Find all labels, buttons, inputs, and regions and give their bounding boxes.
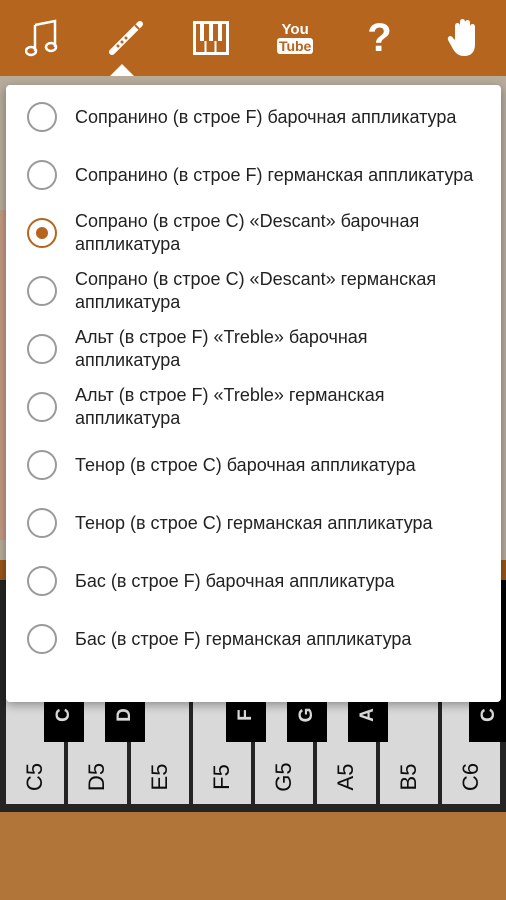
help-glyph: ? bbox=[367, 15, 392, 60]
radio-unchecked-icon[interactable] bbox=[27, 276, 57, 306]
instrument-option[interactable]: Сопранино (в строе F) германская апплика… bbox=[6, 146, 501, 204]
instrument-option[interactable]: Бас (в строе F) германская аппликатура bbox=[6, 610, 501, 668]
instrument-option-label: Альт (в строе F) «Treble» барочная аппли… bbox=[75, 327, 368, 370]
instrument-option-label: Сопранино (в строе F) германская апплика… bbox=[75, 164, 474, 185]
music-notes-icon[interactable] bbox=[12, 0, 72, 76]
instrument-option[interactable]: Сопрано (в строе C) «Descant» германская… bbox=[6, 262, 501, 320]
instrument-option[interactable]: Бас (в строе F) барочная аппликатура bbox=[6, 552, 501, 610]
instrument-option-label: Тенор (в строе C) германская аппликатура bbox=[75, 512, 433, 533]
instrument-option-label: Сопрано (в строе C) «Descant» барочная а… bbox=[75, 211, 420, 254]
piano-icon[interactable] bbox=[181, 0, 241, 76]
radio-checked-icon[interactable] bbox=[27, 218, 57, 248]
instrument-option-label: Сопранино (в строе F) барочная аппликату… bbox=[75, 106, 457, 127]
instrument-option-label: Бас (в строе F) барочная аппликатура bbox=[75, 570, 395, 591]
youtube-icon[interactable]: You Tube bbox=[265, 0, 325, 76]
instrument-option-label: Тенор (в строе C) барочная аппликатура bbox=[75, 454, 416, 475]
instrument-option[interactable]: Сопрано (в строе C) «Descant» барочная а… bbox=[6, 204, 501, 262]
instrument-option[interactable]: Тенор (в строе C) барочная аппликатура bbox=[6, 436, 501, 494]
radio-unchecked-icon[interactable] bbox=[27, 450, 57, 480]
radio-unchecked-icon[interactable] bbox=[27, 624, 57, 654]
instrument-option-label: Бас (в строе F) германская аппликатура bbox=[75, 628, 412, 649]
help-icon[interactable]: ? bbox=[349, 0, 409, 76]
radio-unchecked-icon[interactable] bbox=[27, 160, 57, 190]
radio-unchecked-icon[interactable] bbox=[27, 392, 57, 422]
instrument-select-dialog: Сопранино (в строе F) барочная аппликату… bbox=[6, 85, 501, 702]
instrument-option[interactable]: Альт (в строе F) «Treble» барочная аппли… bbox=[6, 320, 501, 378]
radio-unchecked-icon[interactable] bbox=[27, 566, 57, 596]
youtube-logo-top: You bbox=[281, 21, 309, 38]
instrument-option-label: Сопрано (в строе C) «Descant» германская… bbox=[75, 269, 437, 312]
radio-unchecked-icon[interactable] bbox=[27, 102, 57, 132]
instrument-option-label: Альт (в строе F) «Treble» германская апп… bbox=[75, 385, 385, 428]
instrument-option[interactable]: Альт (в строе F) «Treble» германская апп… bbox=[6, 378, 501, 436]
youtube-logo-bottom: Tube bbox=[276, 38, 314, 54]
instrument-option[interactable]: Тенор (в строе C) германская аппликатура bbox=[6, 494, 501, 552]
radio-unchecked-icon[interactable] bbox=[27, 334, 57, 364]
selected-tab-indicator bbox=[110, 64, 134, 76]
radio-unchecked-icon[interactable] bbox=[27, 508, 57, 538]
instrument-option[interactable]: Сопранино (в строе F) барочная аппликату… bbox=[6, 88, 501, 146]
hand-icon[interactable] bbox=[434, 0, 494, 76]
top-toolbar: You Tube ? bbox=[0, 0, 506, 76]
